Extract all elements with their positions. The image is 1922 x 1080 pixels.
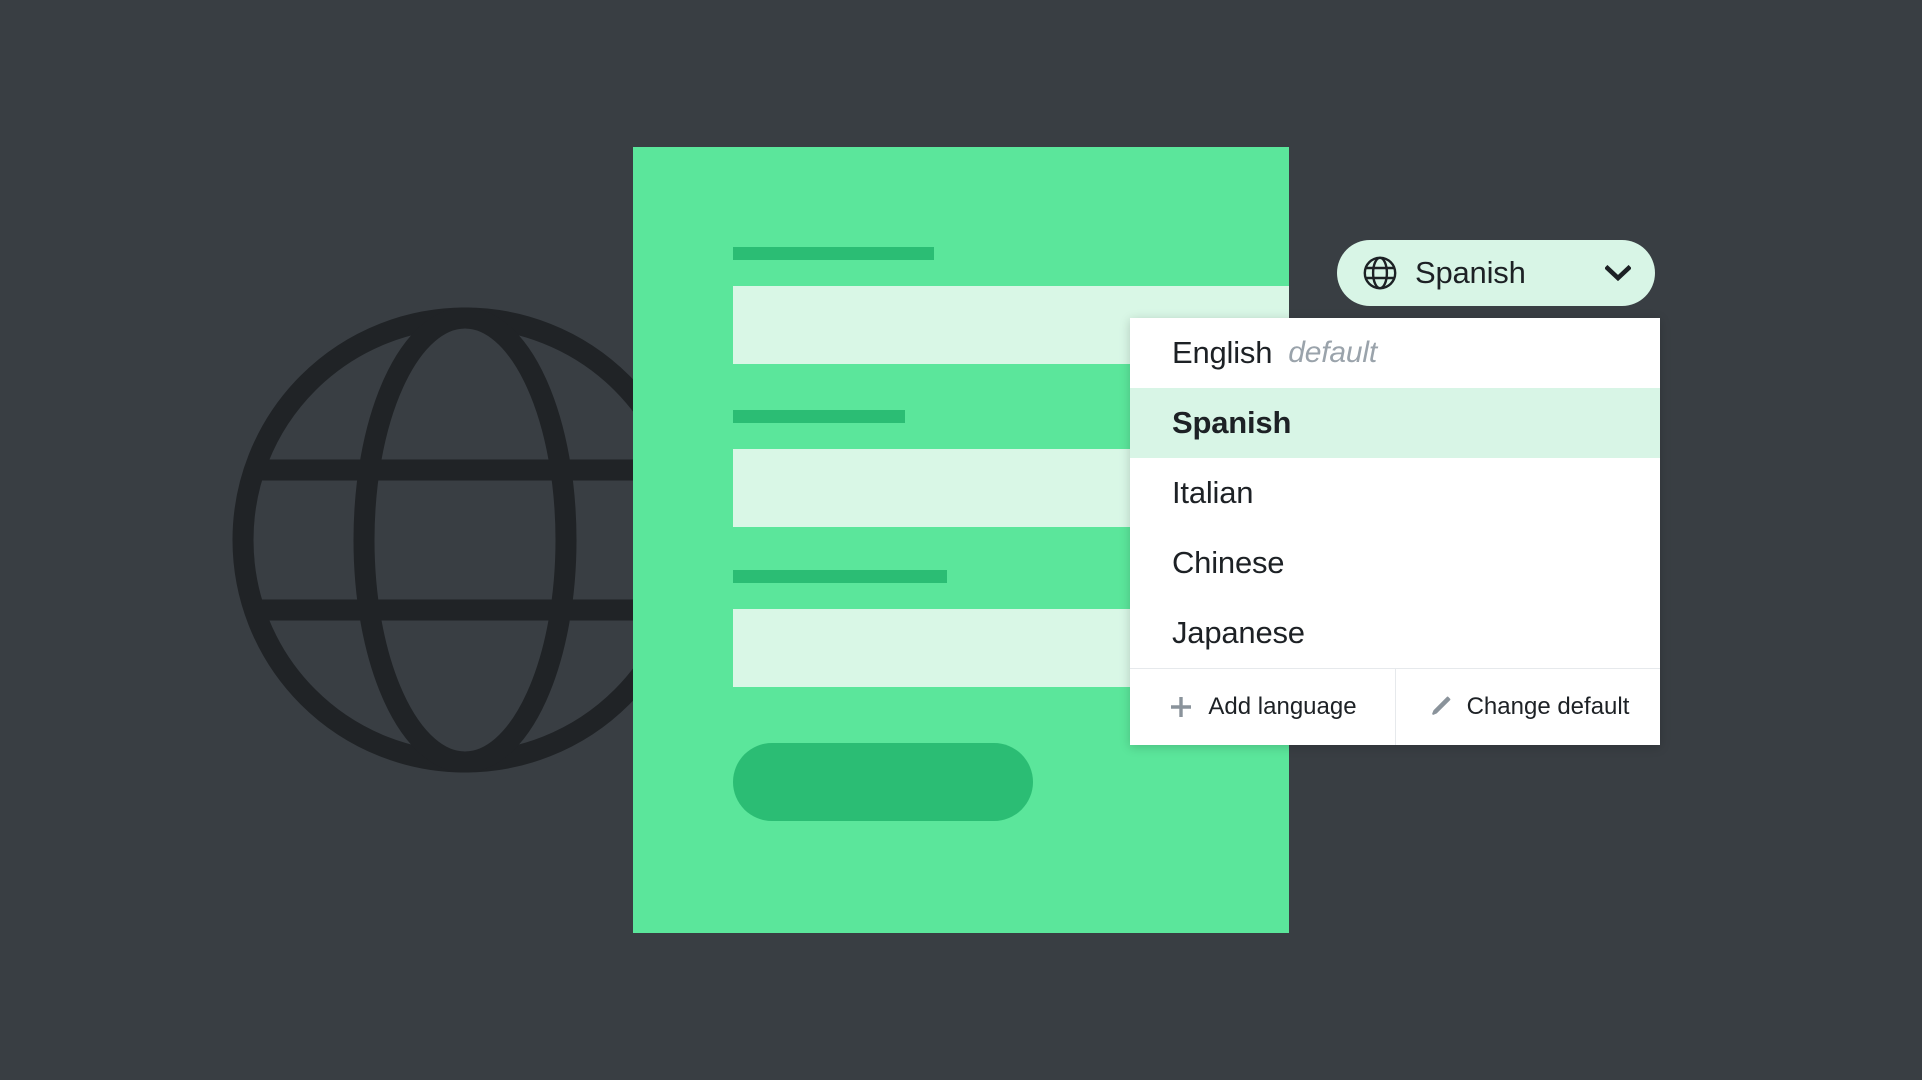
language-option-italian[interactable]: Italian	[1130, 458, 1660, 528]
chevron-down-icon[interactable]	[1605, 265, 1631, 281]
globe-icon	[232, 307, 698, 773]
globe-watermark	[232, 307, 698, 773]
language-option-chinese[interactable]: Chinese	[1130, 528, 1660, 598]
language-option-english[interactable]: English default	[1130, 318, 1660, 388]
submit-button-placeholder[interactable]	[733, 743, 1033, 821]
language-option-label: Japanese	[1172, 615, 1305, 650]
default-badge: default	[1288, 336, 1377, 369]
language-option-label: Chinese	[1172, 545, 1285, 580]
language-option-list: English default Spanish Italian Chinese …	[1130, 318, 1660, 668]
language-selector-button[interactable]: Spanish	[1337, 240, 1655, 306]
selected-language-label: Spanish	[1415, 255, 1526, 290]
pencil-icon	[1431, 696, 1450, 715]
globe-icon	[1363, 256, 1397, 290]
language-option-label: Italian	[1172, 475, 1254, 510]
language-dropdown-menu: English default Spanish Italian Chinese …	[1130, 318, 1660, 745]
menu-footer: Add language Change default	[1130, 668, 1660, 745]
plus-icon	[1171, 697, 1192, 717]
change-default-label: Change default	[1466, 693, 1630, 720]
language-option-label: Spanish	[1172, 405, 1292, 440]
add-language-button[interactable]: Add language	[1130, 669, 1395, 745]
language-option-label: English	[1172, 335, 1273, 370]
language-option-spanish[interactable]: Spanish	[1130, 388, 1660, 458]
screen-root: Spanish English default Spanish Italian …	[0, 0, 1922, 1080]
field-label-placeholder	[733, 410, 905, 423]
add-language-label: Add language	[1208, 693, 1357, 720]
language-option-japanese[interactable]: Japanese	[1130, 598, 1660, 668]
field-label-placeholder	[733, 247, 934, 260]
change-default-button[interactable]: Change default	[1395, 669, 1660, 745]
field-label-placeholder	[733, 570, 947, 583]
